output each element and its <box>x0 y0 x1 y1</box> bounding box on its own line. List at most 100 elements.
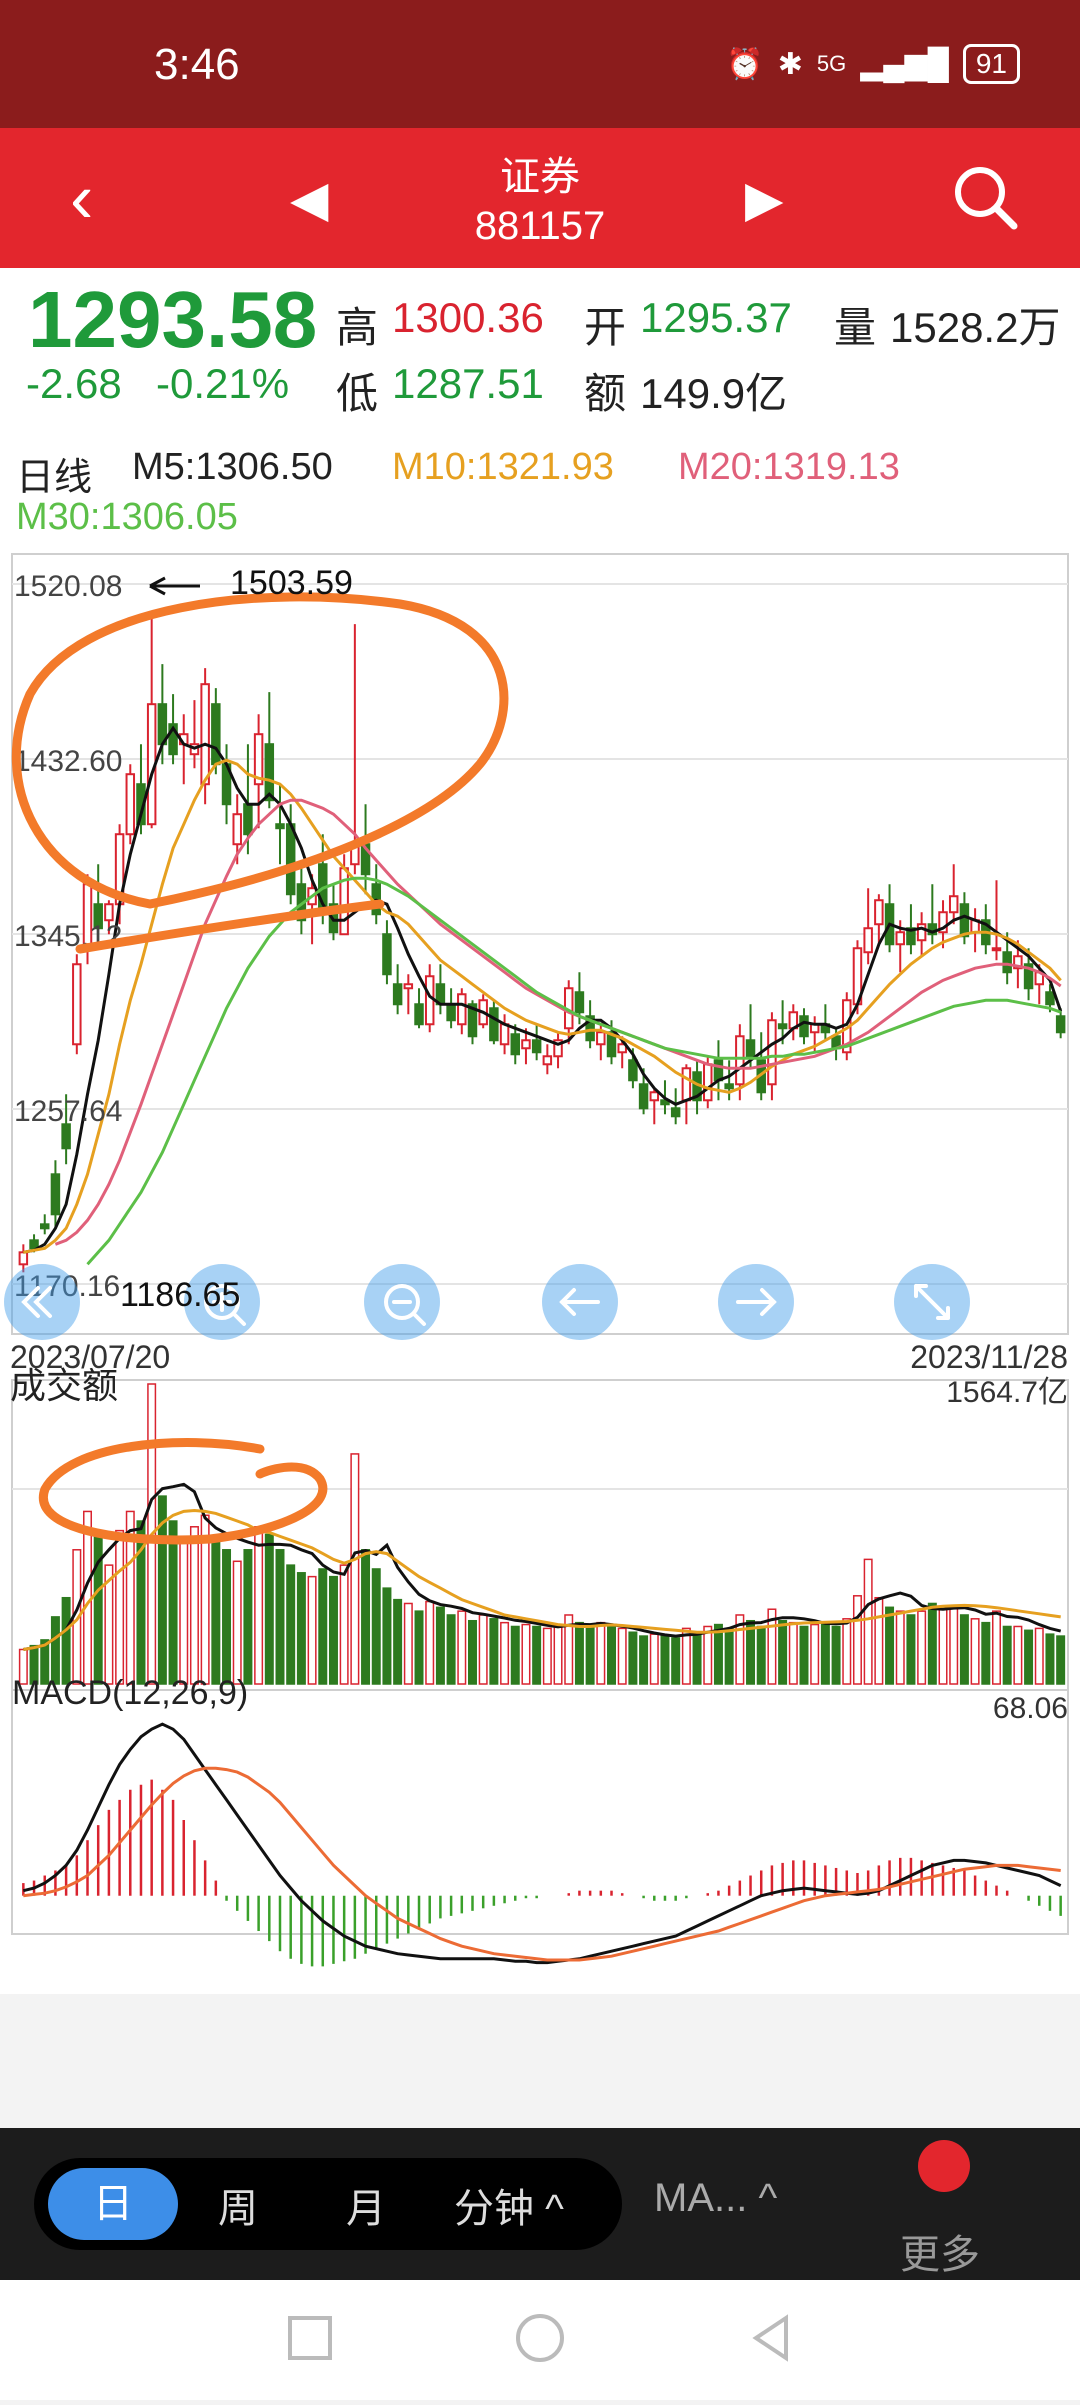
amount-bar[interactable] <box>457 1610 467 1685</box>
amount-bar[interactable] <box>692 1633 702 1685</box>
nav-back-icon[interactable] <box>752 2314 788 2362</box>
amount-bar[interactable] <box>168 1520 178 1685</box>
tab-week[interactable]: 周 <box>218 2176 258 2234</box>
amount-bar[interactable] <box>852 1595 862 1685</box>
amount-bar[interactable] <box>478 1614 488 1685</box>
amount-bar[interactable] <box>510 1625 520 1685</box>
fullscreen-icon[interactable] <box>894 1264 970 1340</box>
candle-body[interactable] <box>339 867 349 936</box>
amount-bar[interactable] <box>660 1635 670 1685</box>
amount-bar[interactable] <box>959 1614 969 1685</box>
amount-bar[interactable] <box>296 1572 306 1685</box>
amount-bar[interactable] <box>1056 1635 1066 1685</box>
amount-bar[interactable] <box>393 1598 403 1685</box>
candle-body[interactable] <box>863 927 873 954</box>
amount-bar[interactable] <box>425 1600 435 1685</box>
amount-bar[interactable] <box>500 1621 510 1685</box>
candle-body[interactable] <box>531 1039 542 1054</box>
candle-body[interactable] <box>959 903 970 938</box>
amount-bar[interactable] <box>382 1587 392 1685</box>
amount-bar[interactable] <box>970 1618 980 1685</box>
candle-body[interactable] <box>243 803 253 836</box>
chart-area[interactable]: 1520.081432.601345.121257.641170.16 1503… <box>0 544 1080 1994</box>
candle-body[interactable] <box>991 947 1002 952</box>
tab-minute[interactable]: 分钟 ^ <box>454 2176 564 2234</box>
candle-body[interactable] <box>72 963 82 1046</box>
candle-body[interactable] <box>670 1107 681 1118</box>
candle-body[interactable] <box>414 1003 424 1026</box>
amount-bar[interactable] <box>831 1625 841 1685</box>
amount-bar[interactable] <box>435 1606 445 1685</box>
amount-bar[interactable] <box>820 1621 830 1685</box>
candle-body[interactable] <box>874 899 884 926</box>
amount-bar[interactable] <box>179 1537 189 1685</box>
amount-bar[interactable] <box>328 1575 338 1685</box>
amount-bar[interactable] <box>83 1510 93 1685</box>
amount-bar[interactable] <box>724 1627 734 1685</box>
candle-body[interactable] <box>392 983 403 1006</box>
next-stock-icon[interactable]: ▶ <box>745 170 783 228</box>
amount-bar[interactable] <box>842 1618 852 1685</box>
candle-body[interactable] <box>285 823 296 896</box>
amount-bar[interactable] <box>254 1526 264 1685</box>
candle-body[interactable] <box>745 1039 756 1058</box>
candle-body[interactable] <box>1002 951 1012 974</box>
recent-apps-icon[interactable] <box>288 2316 332 2360</box>
amount-bar[interactable] <box>61 1596 71 1685</box>
amount-bar[interactable] <box>286 1564 296 1685</box>
candle-body[interactable] <box>681 1067 692 1102</box>
amount-bar[interactable] <box>927 1602 937 1685</box>
amount-bar[interactable] <box>553 1625 563 1685</box>
home-icon[interactable] <box>516 2314 564 2362</box>
candle-body[interactable] <box>703 1063 713 1102</box>
candle-body[interactable] <box>510 1033 521 1056</box>
candle-body[interactable] <box>1045 991 1055 1006</box>
amount-bar[interactable] <box>307 1575 317 1685</box>
candle-body[interactable] <box>916 923 927 942</box>
candle-body[interactable] <box>264 743 275 802</box>
amount-bar[interactable] <box>489 1618 499 1685</box>
tab-day[interactable]: 日 <box>48 2168 178 2240</box>
candle-body[interactable] <box>489 1007 499 1042</box>
candle-body[interactable] <box>638 1083 649 1110</box>
candle-body[interactable] <box>403 983 414 990</box>
candle-body[interactable] <box>50 1173 61 1216</box>
candle-body[interactable] <box>211 703 221 766</box>
amount-bar[interactable] <box>810 1623 820 1685</box>
amount-bar[interactable] <box>681 1627 691 1685</box>
arrow-left-icon[interactable] <box>542 1264 618 1340</box>
candle-body[interactable] <box>1055 1015 1066 1034</box>
amount-bar[interactable] <box>617 1627 627 1685</box>
more-button[interactable]: 更多 <box>900 2222 980 2280</box>
amount-bar[interactable] <box>991 1610 1001 1685</box>
amount-bar[interactable] <box>403 1602 413 1685</box>
amount-bar[interactable] <box>232 1560 242 1685</box>
amount-bar[interactable] <box>264 1533 274 1685</box>
amount-bar[interactable] <box>703 1625 713 1685</box>
amount-bar[interactable] <box>1002 1625 1012 1685</box>
amount-bar[interactable] <box>222 1549 232 1685</box>
candle-body[interactable] <box>39 1223 50 1230</box>
amount-bar[interactable] <box>917 1610 927 1685</box>
amount-bar[interactable] <box>275 1549 285 1685</box>
candle-body[interactable] <box>382 933 392 976</box>
candle-body[interactable] <box>232 813 242 846</box>
amount-bar[interactable] <box>949 1604 959 1685</box>
amount-bar[interactable] <box>243 1549 253 1685</box>
candle-body[interactable] <box>499 1023 510 1046</box>
amount-bar[interactable] <box>542 1627 552 1685</box>
zoom-out-icon[interactable] <box>364 1264 440 1340</box>
candle-body[interactable] <box>767 1019 777 1086</box>
candle-body[interactable] <box>649 1091 660 1102</box>
amount-bar[interactable] <box>1045 1633 1055 1685</box>
candle-body[interactable] <box>724 1083 734 1090</box>
amount-bar[interactable] <box>532 1625 542 1685</box>
amount-bar[interactable] <box>788 1621 798 1685</box>
candle-body[interactable] <box>948 895 959 914</box>
amount-bar[interactable] <box>467 1619 477 1685</box>
candle-body[interactable] <box>275 823 285 830</box>
amount-bar[interactable] <box>906 1614 916 1685</box>
amount-bar[interactable] <box>895 1610 905 1685</box>
amount-bar[interactable] <box>211 1537 221 1685</box>
candle-body[interactable] <box>735 1035 745 1086</box>
